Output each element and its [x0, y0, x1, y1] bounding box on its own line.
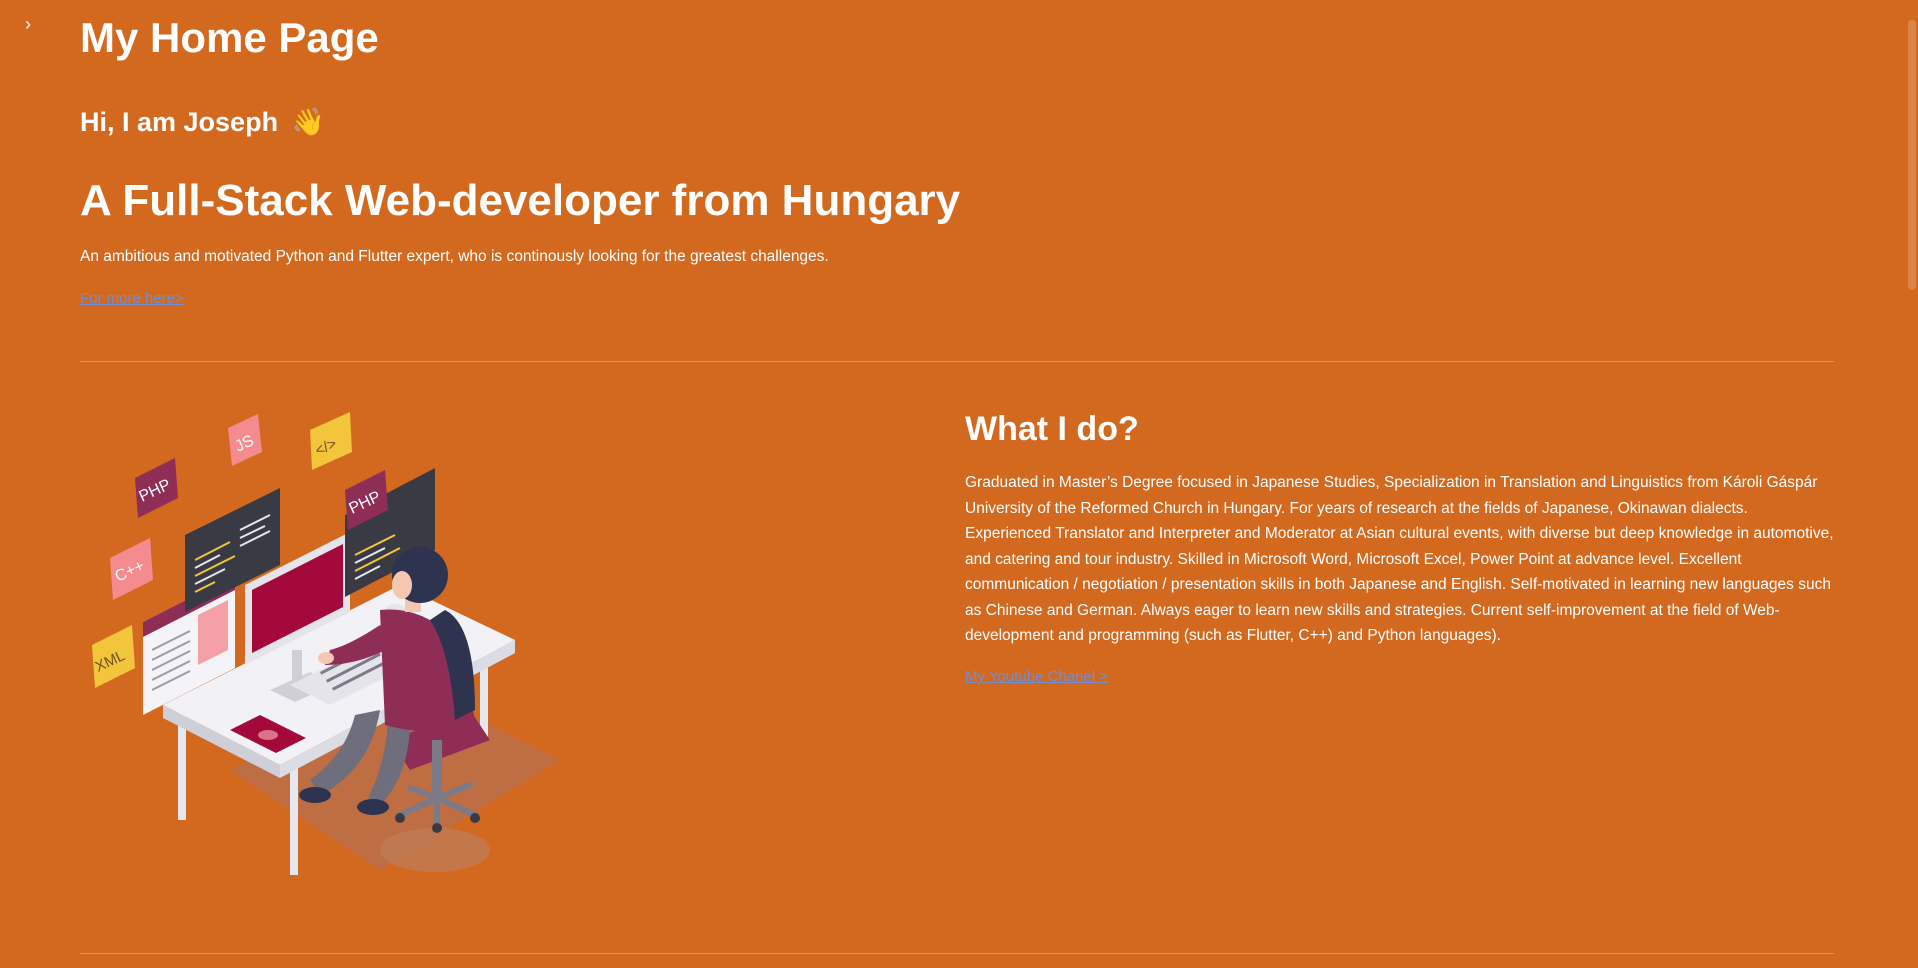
developer-illustration: PHP JS </> PHP C++ XML: [92, 412, 560, 875]
section-divider-bottom: [80, 953, 1834, 954]
chevron-right-icon: ›: [25, 13, 31, 34]
what-i-do-title: What I do?: [965, 410, 1139, 448]
greeting-text: Hi, I am Joseph: [80, 107, 279, 137]
intro-text: An ambitious and motivated Python and Fl…: [80, 248, 829, 265]
scrollbar-thumb[interactable]: [1908, 20, 1916, 290]
sidebar-toggle-button[interactable]: ›: [18, 14, 38, 34]
youtube-channel-link[interactable]: My Youtube Chanel >: [965, 668, 1108, 685]
what-i-do-body: Graduated in Master’s Degree focused in …: [965, 474, 1834, 644]
headline: A Full-Stack Web-developer from Hungary: [80, 176, 961, 225]
more-info-link[interactable]: For more here>: [80, 290, 184, 307]
greeting: Hi, I am Joseph 👋: [80, 106, 325, 138]
cpp-badge: C++: [110, 538, 153, 600]
waving-hand-icon: 👋: [291, 107, 326, 137]
php-badge-left: PHP: [135, 458, 178, 518]
page-title: My Home Page: [80, 14, 379, 61]
code-badge: </>: [310, 412, 352, 470]
js-badge: JS: [228, 414, 262, 466]
xml-badge: XML: [92, 625, 135, 688]
page: › My Home Page Hi, I am Joseph 👋 A Full-…: [0, 0, 1918, 968]
section-divider: [80, 361, 1834, 362]
scrollbar[interactable]: [1906, 0, 1918, 968]
